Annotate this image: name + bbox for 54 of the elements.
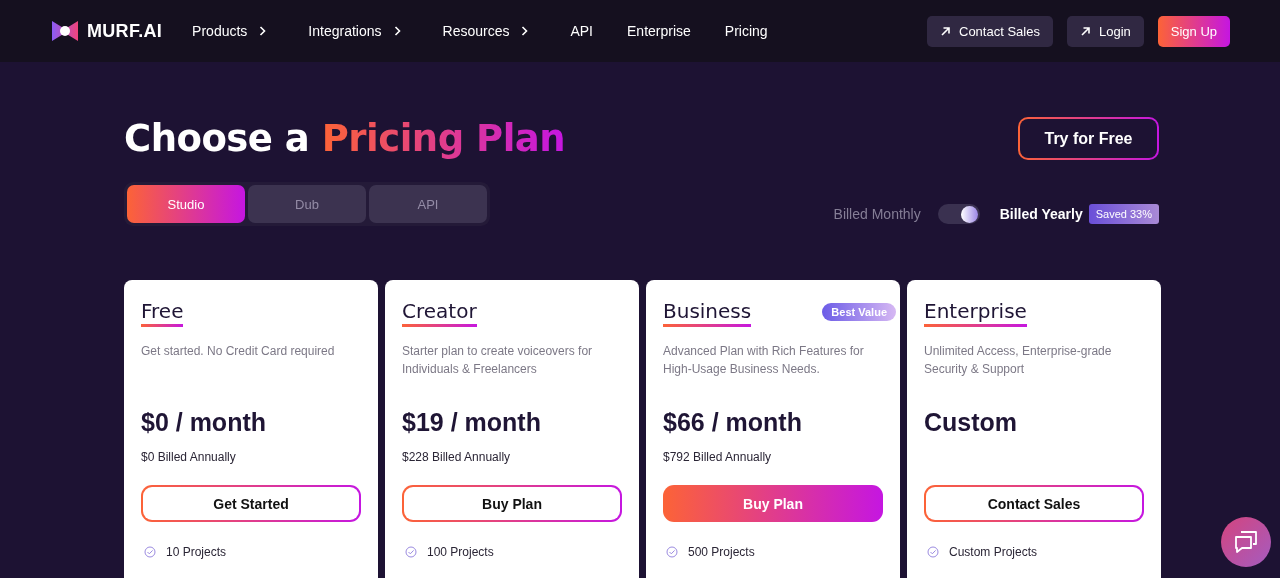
chevron-icon <box>521 26 529 36</box>
nav-button[interactable]: Contact Sales <box>927 15 1053 47</box>
plan-button[interactable]: Buy Plan <box>663 485 883 522</box>
check-circle-icon <box>144 546 156 558</box>
plan-price: $66 / month <box>663 408 803 437</box>
check-circle-icon <box>927 546 939 558</box>
try-free-button[interactable]: Try for Free <box>1018 117 1159 160</box>
billed-annually-text: $792 Billed Annually <box>663 450 773 465</box>
billing-label: Billed Monthly <box>833 206 921 222</box>
arrow-icon <box>940 25 951 37</box>
billing-label: Billed Yearly <box>999 206 1083 222</box>
plan-description: Starter plan to create voiceovers for Individuals & Freelancers <box>402 344 593 376</box>
sign-up-button[interactable]: Sign Up <box>1157 15 1230 47</box>
chat-icon <box>1233 530 1259 554</box>
tab[interactable]: API <box>369 185 487 223</box>
feature-text: 10 Projects <box>166 545 227 559</box>
billing-toggle[interactable] <box>937 204 980 224</box>
plan-price: $19 / month <box>402 408 542 437</box>
tab[interactable]: Dub <box>248 185 366 223</box>
billed-annually-text: $228 Billed Annually <box>402 450 512 465</box>
savings-badge: Saved 33% <box>1088 204 1159 224</box>
plan-description: Get started. No Credit Card required <box>141 344 335 358</box>
chevron-icon <box>393 26 401 36</box>
plan-name: Business <box>663 300 752 327</box>
nav-link[interactable]: Enterprise <box>627 23 691 39</box>
plan-description: Advanced Plan with Rich Features for High-Usage Business Needs. <box>663 344 864 376</box>
nav-link[interactable]: Integrations <box>308 23 401 39</box>
nav-link[interactable]: Products <box>192 23 267 39</box>
feature-text: 500 Projects <box>688 545 755 559</box>
feature-text: Custom Projects <box>949 545 1038 559</box>
feature-text: 100 Projects <box>427 545 494 559</box>
nav-link[interactable]: API <box>570 23 593 39</box>
tab[interactable]: Studio <box>127 185 245 223</box>
arrow-icon <box>1079 25 1091 37</box>
plan-name: Enterprise <box>924 300 1027 327</box>
plan-price: $0 / month <box>141 408 267 437</box>
best-value-badge: Best Value <box>822 303 896 321</box>
logo-text[interactable]: MURF.AI <box>87 20 163 42</box>
nav-link[interactable]: Pricing <box>724 23 768 39</box>
chevron-icon <box>259 26 267 36</box>
billed-annually-text: $0 Billed Annually <box>141 450 237 465</box>
nav-button[interactable]: Login <box>1066 15 1144 47</box>
plan-name: Free <box>141 300 184 327</box>
plan-button[interactable]: Get Started <box>141 485 361 522</box>
plan-name: Creator <box>402 300 477 327</box>
plan-button[interactable]: Buy Plan <box>402 485 622 522</box>
plan-button[interactable]: Contact Sales <box>924 485 1144 522</box>
plan-description: Unlimited Access, Enterprise-grade Security & Support <box>924 344 1112 376</box>
check-circle-icon <box>666 546 678 558</box>
nav-link[interactable]: Resources <box>442 23 529 39</box>
check-circle-icon <box>405 546 417 558</box>
chat-button[interactable] <box>1221 517 1271 567</box>
plan-price: Custom <box>924 408 1019 437</box>
logo-icon <box>52 19 78 43</box>
